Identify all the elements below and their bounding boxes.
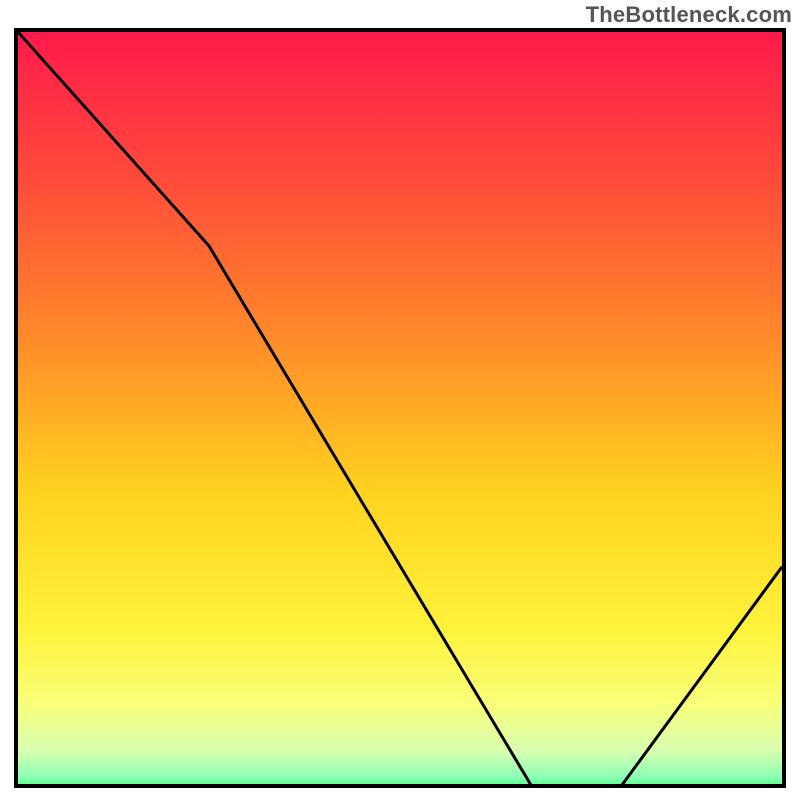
chart-container: TheBottleneck.com	[0, 0, 800, 800]
optimal-marker	[18, 32, 782, 788]
plot-frame	[14, 28, 786, 788]
watermark-text: TheBottleneck.com	[586, 2, 792, 28]
